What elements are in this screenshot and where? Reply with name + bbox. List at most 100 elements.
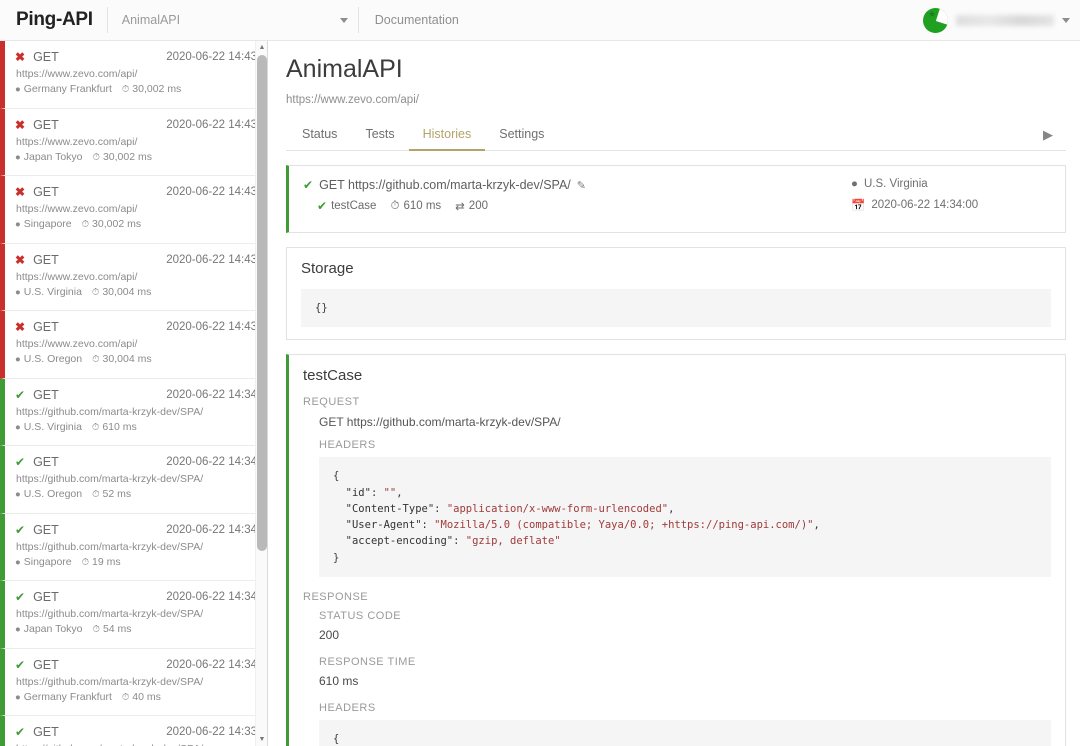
tab-tests[interactable]: Tests	[351, 122, 408, 151]
history-item-meta: ● U.S. Virginia ⏱ 30,004 ms	[15, 286, 257, 298]
history-item-location: Japan Tokyo	[23, 623, 83, 635]
play-icon[interactable]: ▶	[1038, 126, 1058, 144]
request-label: REQUEST	[303, 396, 360, 409]
edit-icon[interactable]: ✎	[577, 179, 586, 192]
history-item-date: 2020-06-22 14:34	[166, 591, 257, 603]
history-item-location: U.S. Virginia	[23, 285, 82, 298]
history-list-item[interactable]: ✔ GET 2020-06-22 14:34 https://github.com/m…	[0, 648, 267, 716]
history-item-url: https://github.com/marta-krzyk-dev/SPA/	[16, 405, 204, 418]
app-logo[interactable]: Ping-API	[0, 9, 107, 31]
history-item-time: 30,004 ms	[102, 353, 152, 365]
history-item-date: 2020-06-22 14:43	[166, 253, 257, 266]
history-item-url: https://github.com/marta-krzyk-dev/SPA/	[16, 473, 204, 485]
history-item-meta: ● Singapore ⏱ 30,002 ms	[15, 218, 257, 230]
history-item-date: 2020-06-22 14:33	[166, 726, 257, 738]
username-label	[956, 15, 1054, 26]
history-item-meta: ● Germany Frankfurt ⏱ 30,002 ms	[15, 83, 257, 95]
history-item-date: 2020-06-22 14:34	[166, 523, 257, 536]
history-item-method: GET	[33, 252, 59, 267]
clock-icon: ⏱	[121, 84, 130, 95]
history-item-date: 2020-06-22 14:43	[166, 51, 257, 63]
history-item-meta: ● U.S. Oregon ⏱ 30,004 ms	[15, 353, 257, 365]
cross-icon: ✖	[15, 320, 26, 334]
map-pin-icon: ●	[15, 489, 21, 500]
storage-title: Storage	[301, 260, 354, 277]
history-list-item[interactable]: ✔ GET 2020-06-22 14:34 https://github.com/m…	[0, 378, 267, 446]
history-list-item[interactable]: ✖ GET 2020-06-22 14:43 https://www.zevo.com…	[0, 243, 267, 311]
history-item-url: https://www.zevo.com/api/	[16, 135, 138, 148]
sidebar-scrollbar-thumb[interactable]	[257, 55, 267, 551]
testcase-card: testCase REQUEST GET https://github.com/…	[286, 354, 1066, 746]
history-list-item[interactable]: ✖ GET 2020-06-22 14:43 https://www.zevo.com…	[0, 41, 267, 109]
map-pin-icon: ●	[15, 556, 21, 568]
map-pin-icon: ●	[15, 151, 21, 163]
check-icon: ✔	[15, 657, 26, 672]
project-selector-label: AnimalAPI	[121, 13, 181, 27]
response-headers-label: HEADERS	[319, 701, 376, 714]
history-item-date: 2020-06-22 14:34	[166, 388, 257, 401]
transfer-icon: ⇄	[455, 201, 465, 213]
map-pin-icon: ●	[851, 178, 858, 190]
map-pin-icon: ●	[15, 219, 21, 230]
history-item-url: https://www.zevo.com/api/	[16, 270, 138, 283]
history-list-item[interactable]: ✔ GET 2020-06-22 14:34 https://github.com/m…	[0, 581, 267, 649]
history-item-method: GET	[33, 522, 59, 537]
history-item-method: GET	[33, 725, 59, 739]
history-list-item[interactable]: ✔ GET 2020-06-22 14:34 https://github.com/m…	[0, 446, 267, 514]
user-menu[interactable]: ★	[923, 0, 1070, 41]
history-item-meta: ● U.S. Oregon ⏱ 52 ms	[15, 488, 257, 500]
history-item-url: https://github.com/marta-krzyk-dev/SPA/	[16, 608, 204, 620]
request-line: GET https://github.com/marta-krzyk-dev/S…	[319, 415, 561, 430]
clock-icon: ⏱	[92, 489, 100, 500]
history-item-date: 2020-06-22 14:43	[166, 118, 257, 131]
tab-bar: Status Tests Histories Settings ▶	[286, 122, 1066, 151]
documentation-link[interactable]: Documentation	[359, 13, 475, 27]
history-item-time: 30,002 ms	[92, 218, 142, 230]
map-pin-icon: ●	[15, 286, 21, 298]
history-item-location: Germany Frankfurt	[23, 83, 112, 95]
history-list: ✖ GET 2020-06-22 14:43 https://www.zevo.com…	[0, 41, 267, 746]
history-item-method: GET	[33, 387, 59, 402]
summary-location: U.S. Virginia	[863, 178, 928, 190]
cross-icon: ✖	[15, 50, 26, 64]
map-pin-icon: ●	[15, 624, 21, 635]
history-item-time: 52 ms	[102, 488, 132, 500]
history-item-meta: ● U.S. Virginia ⏱ 610 ms	[15, 421, 257, 433]
history-item-url: https://github.com/marta-krzyk-dev/SPA/	[16, 675, 204, 688]
history-item-url: https://www.zevo.com/api/	[16, 68, 138, 80]
clock-icon: ⏱	[91, 421, 100, 433]
history-item-method: GET	[33, 455, 59, 469]
history-item-url: https://www.zevo.com/api/	[16, 338, 138, 350]
avatar: ★	[923, 8, 948, 33]
tab-status[interactable]: Status	[288, 122, 351, 151]
check-icon: ✔	[15, 522, 26, 537]
history-item-location: Japan Tokyo	[23, 150, 83, 163]
history-item-time: 40 ms	[132, 690, 161, 703]
history-item-date: 2020-06-22 14:34	[166, 456, 257, 468]
triangle-up-icon[interactable]: ▲	[256, 41, 267, 54]
summary-request-line: GET https://github.com/marta-krzyk-dev/S…	[319, 178, 571, 192]
sidebar-scrollbar[interactable]: ▲ ▼	[255, 41, 267, 746]
triangle-down-icon[interactable]: ▼	[256, 733, 267, 746]
main-content: AnimalAPI https://www.zevo.com/api/ Stat…	[268, 41, 1080, 746]
summary-datetime: 2020-06-22 14:34:00	[871, 199, 979, 211]
page-title: AnimalAPI	[286, 55, 403, 83]
history-sidebar: ✖ GET 2020-06-22 14:43 https://www.zevo.com…	[0, 41, 268, 746]
tab-histories[interactable]: Histories	[408, 122, 486, 151]
history-list-item[interactable]: ✖ GET 2020-06-22 14:43 https://www.zevo.com…	[0, 176, 267, 244]
history-item-location: U.S. Oregon	[23, 353, 83, 365]
history-item-location: U.S. Oregon	[23, 488, 83, 500]
history-list-item[interactable]: ✖ GET 2020-06-22 14:43 https://www.zevo.com…	[0, 311, 267, 379]
request-headers-content: { "id": "", "Content-Type": "application…	[319, 457, 1051, 577]
testcase-title: testCase	[303, 367, 363, 385]
status-code-value: 200	[319, 627, 340, 642]
tab-settings[interactable]: Settings	[485, 122, 558, 151]
history-list-item[interactable]: ✖ GET 2020-06-22 14:43 https://www.zevo.com…	[0, 108, 267, 176]
history-item-method: GET	[33, 117, 59, 132]
storage-content: {}	[301, 289, 1051, 328]
history-list-item[interactable]: ✔ GET 2020-06-22 14:34 https://github.com/m…	[0, 513, 267, 581]
clock-icon: ⏱	[390, 199, 400, 212]
history-list-item[interactable]: ✔GET2020-06-22 14:33https://github.com/m…	[0, 716, 267, 746]
map-pin-icon: ●	[15, 421, 21, 433]
project-selector[interactable]: AnimalAPI	[108, 0, 358, 41]
